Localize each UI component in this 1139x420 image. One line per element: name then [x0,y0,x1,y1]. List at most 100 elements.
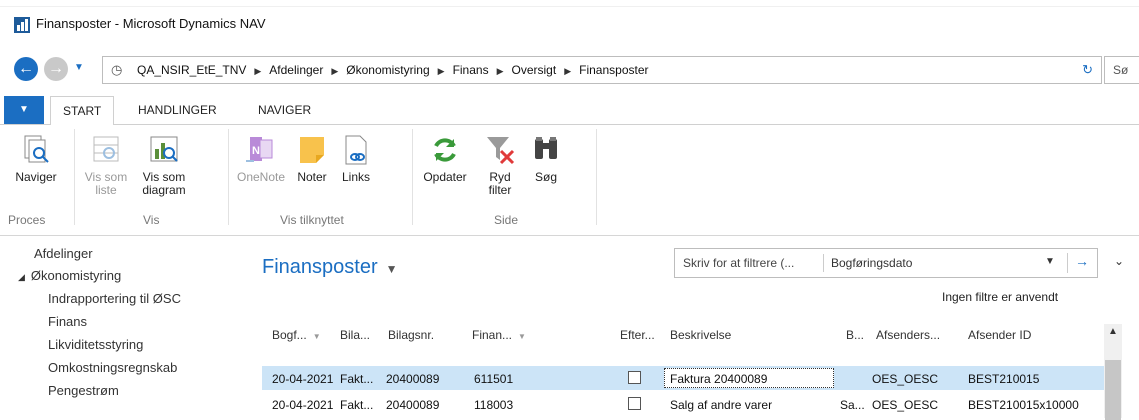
breadcrumb-separator-icon: ▶ [254,66,262,76]
app-menu-button[interactable]: ▼ [4,96,44,124]
table-row[interactable]: 20-04-2021 Fakt... 20400089 611501 Faktu… [262,366,1104,390]
filter-input[interactable]: Skriv for at filtrere (... [683,256,794,270]
group-label-vis-tilknyttet: Vis tilknyttet [280,213,344,227]
group-divider [596,129,597,225]
column-header-bilagstype[interactable]: Bila... [340,328,370,342]
naviger-label: Naviger [15,170,57,184]
refresh-icon[interactable]: ↻ [1082,62,1093,78]
links-button[interactable]: Links [336,133,376,184]
note-icon [295,133,329,167]
sidebar-item-likviditetsstyring[interactable]: Likviditetsstyring [48,337,143,352]
naviger-button[interactable]: Naviger [6,133,66,184]
expand-triangle-icon[interactable]: ◢ [18,272,25,282]
scroll-up-icon[interactable]: ▲ [1108,326,1118,337]
vertical-scrollbar[interactable]: ▲ [1104,324,1122,420]
opdater-button[interactable]: Opdater [416,133,474,184]
row-checkbox[interactable] [628,371,641,384]
ribbon: Naviger Vis som liste Vis som diagram N … [0,125,1139,236]
onenote-icon: N [244,133,278,167]
scrollbar-thumb[interactable] [1105,360,1121,420]
table-row[interactable]: 20-04-2021 Fakt... 20400089 118003 Salg … [262,392,1104,416]
back-arrow-icon[interactable]: ← [14,57,38,81]
column-header-bilagsnr[interactable]: Bilagsnr. [388,328,434,342]
row-checkbox[interactable] [628,397,641,410]
column-header-b[interactable]: B... [846,328,864,342]
cell-doc: 20400089 [386,398,440,412]
cell-doc: 20400089 [386,372,440,386]
filter-field-select[interactable]: Bogføringsdato [831,256,912,270]
sidebar-item-afdelinger[interactable]: Afdelinger [34,246,93,261]
breadcrumb-item[interactable]: Oversigt [512,63,557,77]
sidebar-item-okonomistyring[interactable]: ◢ Økonomistyring [18,268,121,283]
forward-arrow-icon[interactable]: → [44,57,68,81]
tab-start[interactable]: START [50,96,115,126]
cell-type: Fakt... [340,372,374,386]
sidebar-item-pengestrom[interactable]: Pengestrøm [48,383,119,398]
chart-view-icon [147,133,181,167]
column-header-afsender-id[interactable]: Afsender ID [968,328,1031,342]
breadcrumb-item[interactable]: Finansposter [579,63,648,77]
history-clock-icon[interactable]: ◷ [111,62,122,78]
filter-divider [1067,253,1068,273]
column-header-finanskonto[interactable]: Finan... ▼ [472,328,526,342]
onenote-label: OneNote [236,170,286,184]
column-header-afsenders[interactable]: Afsenders... [876,328,940,342]
sog-label: Søg [534,170,557,184]
breadcrumb-item[interactable]: QA_NSIR_EtE_TNV [137,63,246,77]
chevron-down-icon[interactable]: ▼ [386,262,398,276]
breadcrumb-item[interactable]: Afdelinger [269,63,323,77]
column-header-bogforingsdato[interactable]: Bogf... ▼ [272,328,321,342]
noter-label: Noter [297,170,327,184]
onenote-button[interactable]: N OneNote [232,133,290,184]
svg-text:N: N [252,145,260,157]
vis-som-liste-button[interactable]: Vis som liste [78,133,134,197]
group-label-proces: Proces [8,213,46,227]
sort-icon: ▼ [312,332,321,341]
chevron-down-icon[interactable]: ▼ [1045,256,1055,267]
breadcrumb-item[interactable]: Finans [453,63,489,77]
group-label-vis: Vis [143,213,160,227]
cell-account: 611501 [474,372,514,386]
sidebar-item-indrapportering[interactable]: Indrapportering til ØSC [48,291,181,306]
window-top-strip [0,0,1139,7]
sort-icon: ▼ [518,332,526,341]
cell-type: Fakt... [340,398,374,412]
arrow-right-icon[interactable]: → [1075,253,1089,269]
tab-handlinger[interactable]: HANDLINGER [126,96,229,124]
cell-description: Faktura 20400089 [670,372,768,386]
page-title[interactable]: Finansposter ▼ [262,256,398,279]
column-header-efterreguleret[interactable]: Efter... [620,328,655,342]
cell-sender-id: BEST210015 [968,372,1040,386]
group-label-side: Side [494,213,519,227]
cell-description: Salg af andre varer [670,398,773,412]
vis-som-diagram-button[interactable]: Vis som diagram [134,133,194,197]
navigation-pane: Afdelinger ◢ Økonomistyring Indrapporteri… [0,244,245,418]
list-view-icon [89,133,123,167]
filter-box: Skriv for at filtrere (... Bogføringsdat… [674,248,1098,278]
group-divider [412,129,413,225]
history-dropdown-icon[interactable]: ▼ [74,62,84,73]
search-placeholder: Sø [1113,63,1129,77]
cell-b: Sa... [840,398,865,412]
cell-date: 20-04-2021 [272,398,334,412]
address-bar: ← → ▼ ◷ QA_NSIR_EtE_TNV ▶ Afdelinger ▶ Økono… [0,52,1139,86]
column-header-beskrivelse[interactable]: Beskrivelse [670,328,731,342]
search-input[interactable]: Sø [1104,56,1139,84]
opdater-label: Opdater [423,170,467,184]
collapse-chevron-icon[interactable]: ⌄ [1114,254,1124,268]
sog-button[interactable]: Søg [526,133,566,184]
breadcrumb-box[interactable]: ◷ QA_NSIR_EtE_TNV ▶ Afdelinger ▶ Økonomistyr… [102,56,1102,84]
tab-naviger[interactable]: NAVIGER [246,96,323,124]
breadcrumb-item[interactable]: Økonomistyring [346,63,429,77]
filter-divider [823,254,824,272]
refresh-icon [428,133,462,167]
group-divider [74,129,75,225]
link-icon [339,133,373,167]
cell-sender-id: BEST210015x10000 [968,398,1079,412]
noter-button[interactable]: Noter [290,133,334,184]
sidebar-item-finans[interactable]: Finans [48,314,87,329]
vis-som-diagram-label-2: diagram [142,183,186,197]
ryd-filter-button[interactable]: Ryd filter [478,133,522,197]
cell-date: 20-04-2021 [272,372,334,386]
sidebar-item-omkostningsregnskab[interactable]: Omkostningsregnskab [48,360,177,375]
